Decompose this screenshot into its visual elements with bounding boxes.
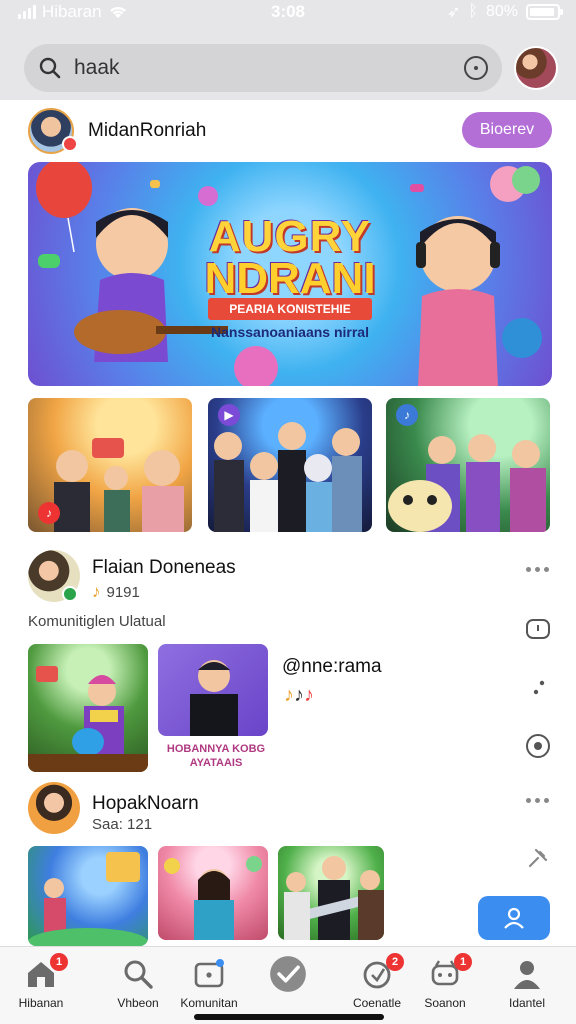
- nav-item-search[interactable]: Vhbeon: [97, 957, 179, 1017]
- video-thumbnail[interactable]: ♪: [28, 398, 192, 532]
- home-indicator: [194, 1014, 384, 1020]
- music-note-icon: ♪: [92, 582, 101, 601]
- nav-label: Hibanan: [18, 996, 64, 1010]
- music-badge-icon: ♪: [38, 502, 60, 524]
- status-bar: Hibaran 3:08 ➶ ᛒ 80%: [0, 0, 576, 26]
- channel-name[interactable]: MidanRonriah: [88, 120, 206, 142]
- status-right: ➶ ᛒ 80%: [446, 2, 563, 22]
- nav-badge: 1: [454, 953, 472, 971]
- music-badge-icon: ♪: [396, 404, 418, 426]
- post-title[interactable]: HopakNoarn: [92, 793, 199, 815]
- post-title[interactable]: Flaian Doneneas: [92, 557, 236, 579]
- nav-item-home[interactable]: 1 Hibanan: [0, 953, 82, 1017]
- live-badge: [62, 136, 78, 152]
- media-card-image[interactable]: [278, 846, 384, 940]
- media-card-image[interactable]: [28, 644, 148, 772]
- banner-tag: PEARIA KONISTEHIE: [208, 298, 372, 320]
- music-note-icon: ♪: [304, 684, 314, 706]
- community-icon: [194, 959, 224, 988]
- video-thumbnail[interactable]: ♪: [386, 398, 550, 532]
- nav-badge: 2: [386, 953, 404, 971]
- battery-icon: [526, 4, 563, 20]
- top-header: Hibaran 3:08 ➶ ᛒ 80% haak: [0, 0, 576, 100]
- music-note-icon: ♪: [284, 684, 294, 706]
- profile-icon: [514, 961, 540, 989]
- nav-badge: 1: [50, 953, 68, 971]
- record-icon[interactable]: [524, 732, 552, 760]
- media-card-image[interactable]: [28, 846, 148, 946]
- media-caption: HOBANNYA KOBGAYATAAIS: [166, 743, 266, 769]
- banner-title-line2: NDRANI: [204, 254, 376, 303]
- hero-banner[interactable]: AUGRY NDRANI PEARIA KONISTEHIE Nanssanoa…: [28, 162, 552, 386]
- post-meta-count: 9191: [106, 583, 140, 601]
- thumbnail-row: ♪ ▶ ♪: [28, 398, 552, 532]
- account-avatar[interactable]: [514, 46, 558, 90]
- search-icon: [124, 960, 153, 989]
- media-handle[interactable]: @nne:rama: [282, 656, 382, 678]
- check-icon: [270, 956, 306, 992]
- nav-item-notifications[interactable]: 1 Soanon: [404, 953, 486, 1017]
- nav-item-check[interactable]: [247, 956, 329, 1017]
- follow-button[interactable]: Bioerev: [462, 112, 552, 148]
- verified-badge: [62, 586, 78, 602]
- media-artwork: [28, 852, 148, 946]
- search-option-icon[interactable]: [464, 56, 488, 80]
- search-bar[interactable]: haak: [24, 44, 502, 92]
- more-options-icon[interactable]: [526, 798, 550, 804]
- banner-subtitle: Nanssanoaniaans nirral: [211, 324, 369, 340]
- media-card-portrait[interactable]: [158, 644, 268, 736]
- post-meta: ♪ 9191: [92, 582, 140, 602]
- search-icon: [39, 57, 61, 79]
- nav-item-community[interactable]: Komunitan: [168, 957, 250, 1017]
- play-badge-icon: ▶: [218, 404, 240, 426]
- search-input[interactable]: haak: [74, 56, 464, 80]
- section-label: Komunitiglen Ulatual: [28, 613, 166, 630]
- create-fab-button[interactable]: [478, 896, 550, 940]
- post-avatar[interactable]: [28, 782, 80, 834]
- channel-header: MidanRonriah Bioerev: [28, 108, 552, 154]
- nav-item-profile[interactable]: Idantel: [486, 957, 568, 1017]
- portrait-artwork: [190, 660, 238, 736]
- nav-label: Vhbeon: [117, 996, 159, 1010]
- nav-label: Idantel: [508, 996, 546, 1010]
- video-thumbnail[interactable]: ▶: [208, 398, 372, 532]
- comment-icon[interactable]: [524, 616, 552, 644]
- media-card-image[interactable]: [158, 846, 268, 940]
- bluetooth-icon: ᛒ: [468, 3, 478, 20]
- post-meta-count: Saa: 121: [92, 816, 153, 833]
- more-options-icon[interactable]: [526, 567, 550, 573]
- location-icon: ➶: [446, 4, 461, 21]
- nav-label: Soanon: [424, 996, 466, 1010]
- person-icon: [504, 907, 524, 929]
- media-artwork: [28, 666, 148, 772]
- pin-icon[interactable]: [524, 844, 552, 872]
- music-note-icon: ♪: [294, 684, 304, 706]
- media-artwork: [164, 856, 262, 940]
- share-icon[interactable]: [524, 674, 552, 702]
- battery-percent: 80%: [485, 3, 518, 20]
- nav-label: Komunitan: [180, 996, 238, 1010]
- music-notes: ♪♪♪: [284, 684, 314, 707]
- bottom-nav: 1 Hibanan Vhbeon Komunitan 2 Coenatle 1 …: [0, 946, 576, 1024]
- media-artwork: [284, 856, 384, 940]
